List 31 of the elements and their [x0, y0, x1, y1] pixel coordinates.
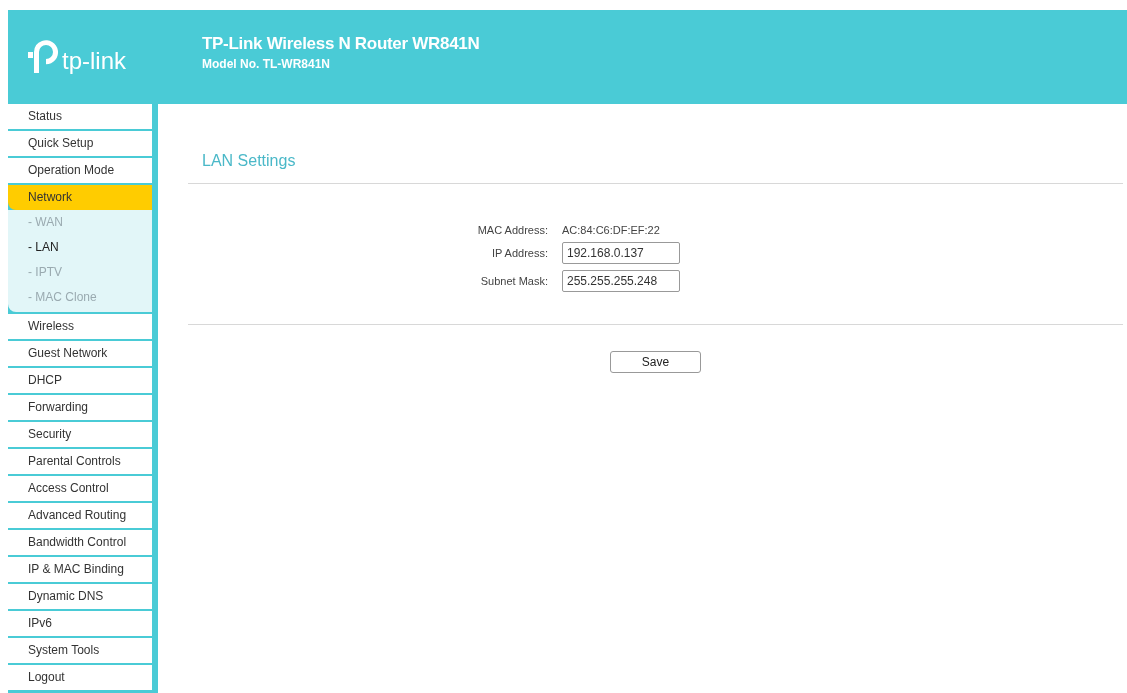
input-field[interactable]: 192.168.0.137: [562, 242, 680, 264]
field-label: Subnet Mask:: [480, 275, 548, 287]
menu-item[interactable]: Parental Controls: [8, 449, 152, 474]
menu-item[interactable]: IP & MAC Binding: [8, 557, 152, 582]
menu-item[interactable]: Forwarding: [8, 395, 152, 420]
menu-item[interactable]: Quick Setup: [8, 131, 152, 156]
menu-item[interactable]: Logout: [8, 665, 152, 690]
logo-text: tp-link: [62, 49, 127, 75]
input-field[interactable]: 255.255.255.248: [562, 270, 680, 292]
page-title: LAN Settings: [202, 152, 297, 171]
model-number: Model No. TL-WR841N: [202, 56, 331, 71]
menu-item[interactable]: Access Control: [8, 476, 152, 501]
submenu-item[interactable]: - LAN: [8, 235, 152, 260]
field-label: IP Address:: [491, 247, 548, 259]
menu-item[interactable]: IPv6: [8, 611, 152, 636]
field-label: MAC Address:: [477, 224, 548, 236]
menu-item[interactable]: Bandwidth Control: [8, 530, 152, 555]
menu-item[interactable]: Status: [8, 104, 152, 129]
menu-item[interactable]: Operation Mode: [8, 158, 152, 183]
save-button[interactable]: Save: [610, 351, 701, 373]
menu-item[interactable]: Dynamic DNS: [8, 584, 152, 609]
menu-item[interactable]: Security: [8, 422, 152, 447]
menu-item[interactable]: System Tools: [8, 638, 152, 663]
menu-item[interactable]: Wireless: [8, 314, 152, 339]
menu-item[interactable]: Advanced Routing: [8, 503, 152, 528]
router-title: TP-Link Wireless N Router WR841N: [202, 33, 480, 54]
logo-icon: [28, 39, 60, 75]
menu-item[interactable]: Guest Network: [8, 341, 152, 366]
field-value: AC:84:C6:DF:EF:22: [562, 224, 661, 236]
menu-item[interactable]: Network: [8, 185, 152, 210]
menu-item[interactable]: DHCP: [8, 368, 152, 393]
